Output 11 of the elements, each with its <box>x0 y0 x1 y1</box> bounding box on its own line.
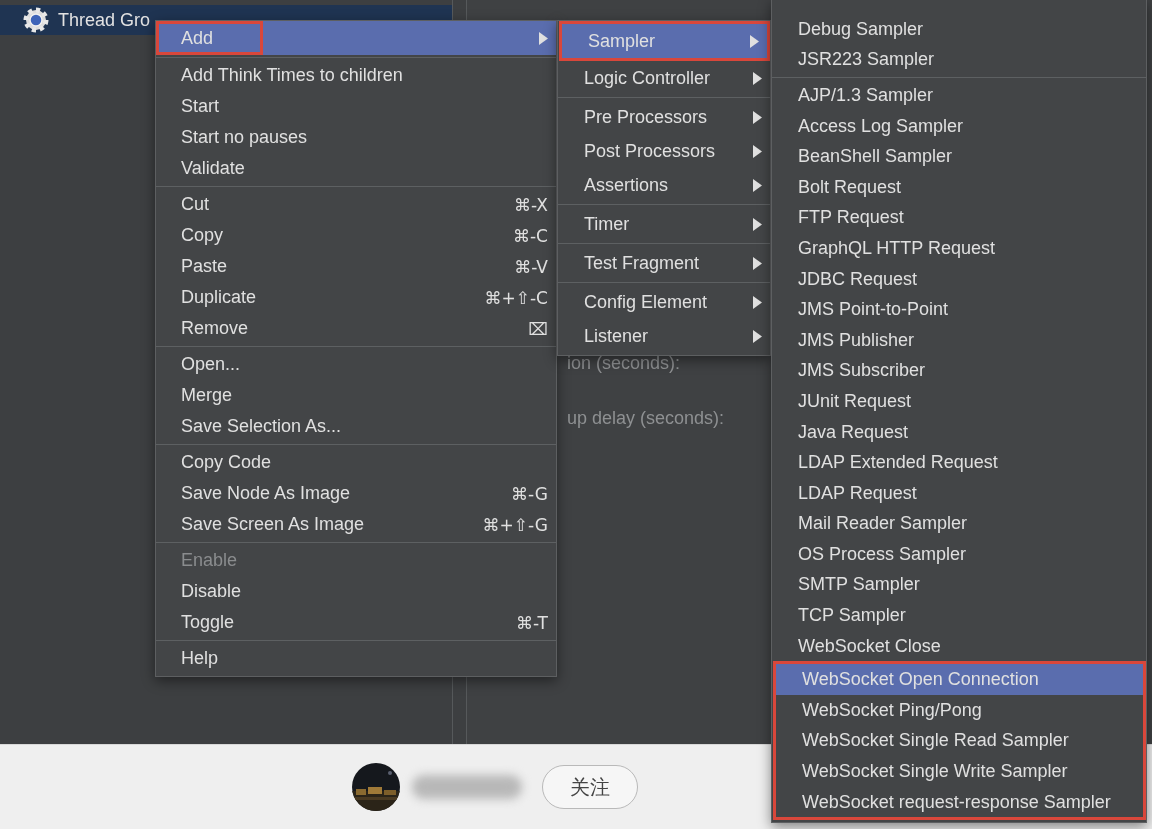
keyboard-shortcut: ⌘-C <box>513 225 548 246</box>
field-label: up delay (seconds): <box>567 407 725 429</box>
field-label: ion (seconds): <box>567 352 681 374</box>
keyboard-shortcut: ⌧ <box>528 318 548 339</box>
keyboard-shortcut: ⌘+⇧-G <box>482 514 548 535</box>
keyboard-shortcut: ⌘-G <box>511 483 548 504</box>
keyboard-shortcut: ⌘+⇧-C <box>484 287 548 308</box>
keyboard-shortcut: ⌘-V <box>514 256 548 277</box>
keyboard-shortcut: ⌘-X <box>514 194 548 215</box>
keyboard-shortcut: ⌘-T <box>516 612 548 633</box>
tree-item-label: Thread Gro <box>58 9 151 31</box>
